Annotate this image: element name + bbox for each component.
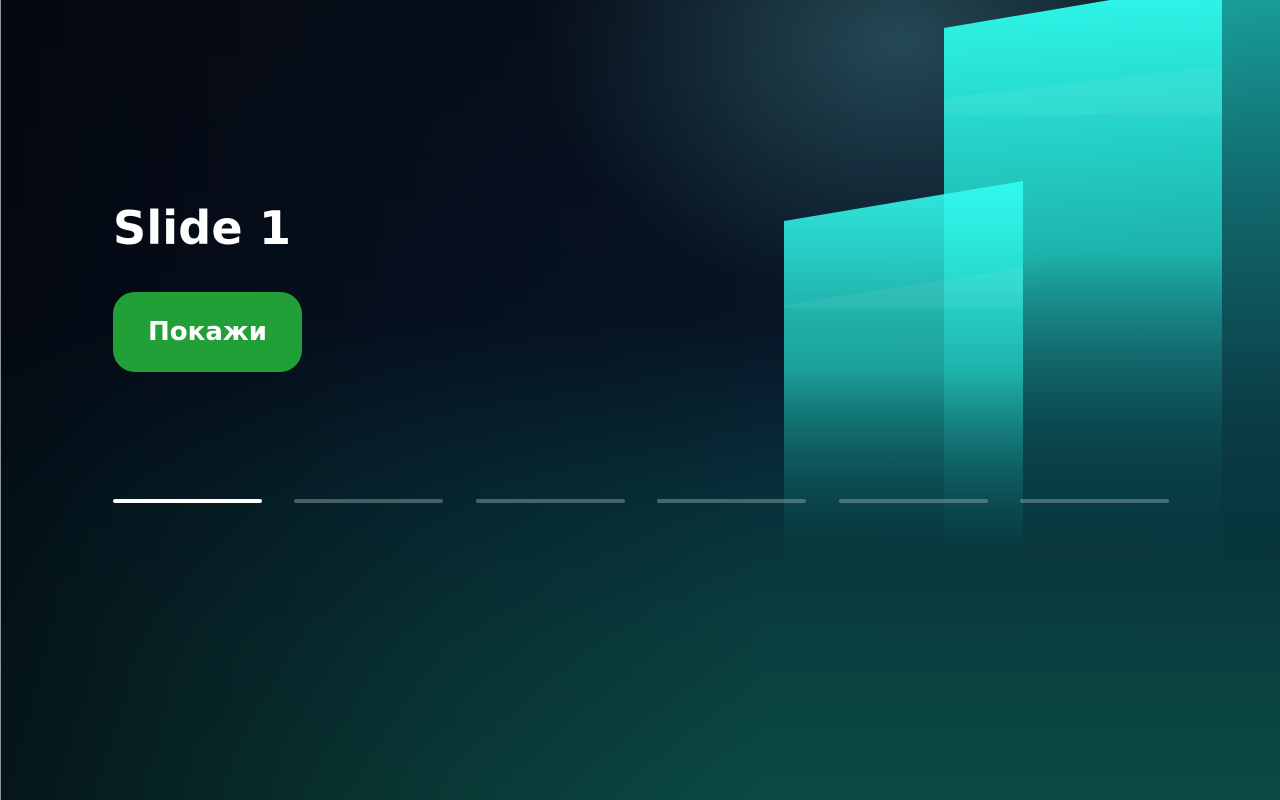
slide-stage: Slide 1 Покажи — [0, 0, 1280, 800]
progress-segment-6[interactable] — [1019, 499, 1169, 503]
slide-content: Slide 1 — [113, 198, 291, 258]
show-button[interactable]: Покажи — [113, 292, 302, 372]
left-edge-line — [0, 0, 1, 800]
progress-segment-2[interactable] — [294, 499, 444, 503]
progress-segment-3[interactable] — [475, 499, 625, 503]
slide-progress-indicator — [113, 499, 1169, 504]
progress-fill-1 — [113, 499, 262, 503]
slide-title: Slide 1 — [113, 201, 292, 255]
progress-segment-5[interactable] — [838, 499, 988, 503]
background-panels-art — [784, 0, 1280, 560]
progress-segment-1[interactable] — [113, 499, 262, 503]
progress-segment-4[interactable] — [657, 499, 807, 503]
